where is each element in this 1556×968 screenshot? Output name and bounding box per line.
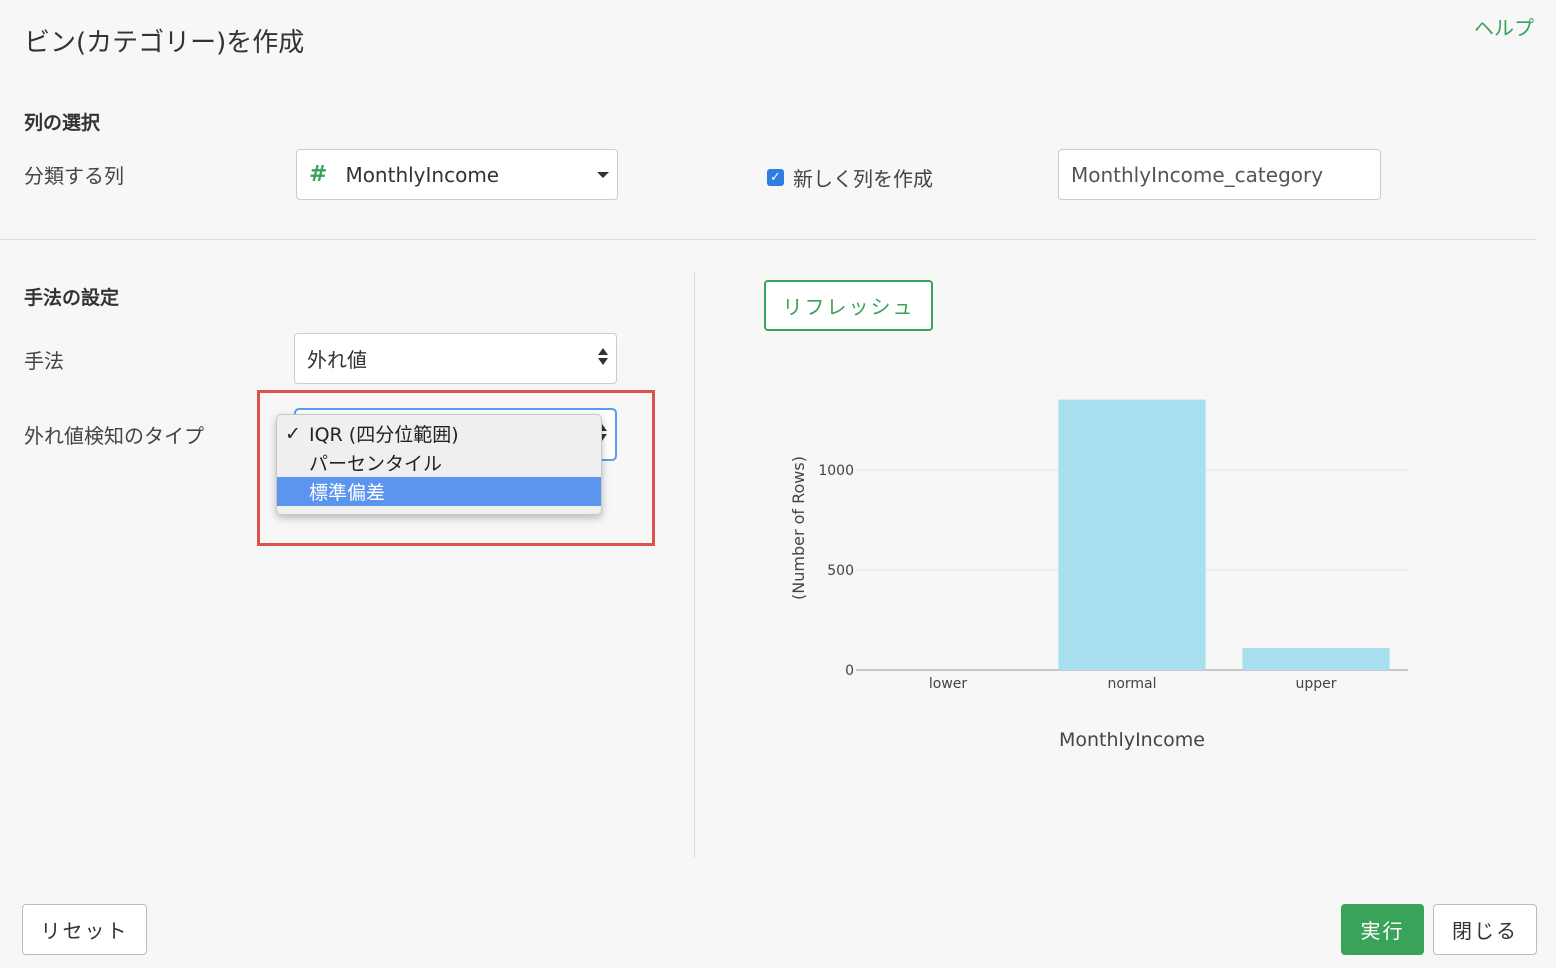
run-button[interactable]: 実行	[1341, 904, 1424, 955]
y-tick-label: 0	[845, 663, 854, 679]
select-updown-icon	[598, 348, 608, 370]
close-button[interactable]: 閉じる	[1433, 904, 1537, 955]
y-tick-label: 1000	[818, 463, 854, 479]
column-select[interactable]: # MonthlyIncome	[296, 149, 618, 200]
y-tick-label: 500	[827, 563, 854, 579]
bar-chart: 0 500 1000 lower normal upper (Number of Row…	[789, 399, 1408, 751]
bar-normal	[1058, 399, 1206, 670]
new-column-label: 新しく列を作成	[793, 167, 933, 191]
section-divider	[0, 239, 1536, 240]
x-tick-label: normal	[1107, 676, 1156, 692]
classify-column-label: 分類する列	[24, 164, 124, 188]
highlight-annotation	[257, 390, 655, 546]
dialog-title: ビン(カテゴリー)を作成	[24, 28, 305, 58]
x-tick-label: upper	[1295, 676, 1336, 692]
help-link[interactable]: ヘルプ	[1474, 12, 1534, 41]
x-axis-label: MonthlyIncome	[1059, 729, 1205, 751]
method-select[interactable]: 外れ値	[294, 333, 617, 384]
outlier-type-label: 外れ値検知のタイプ	[24, 424, 204, 448]
column-select-value: MonthlyIncome	[345, 162, 500, 187]
panel-divider	[694, 272, 695, 858]
x-tick-label: lower	[929, 676, 968, 692]
method-section-heading: 手法の設定	[24, 287, 120, 309]
new-column-name-input[interactable]: MonthlyIncome_category	[1058, 149, 1381, 200]
column-section-heading: 列の選択	[24, 112, 101, 134]
bar-upper	[1242, 648, 1390, 670]
chevron-down-icon	[597, 172, 609, 178]
new-column-option[interactable]: ✓ 新しく列を作成	[767, 163, 933, 192]
reset-button[interactable]: リセット	[22, 904, 147, 955]
numeric-column-icon: #	[309, 162, 328, 187]
refresh-button[interactable]: リフレッシュ	[764, 280, 933, 331]
y-axis-label: (Number of Rows)	[789, 456, 808, 600]
method-label: 手法	[24, 349, 64, 373]
new-column-checkbox[interactable]: ✓	[767, 169, 784, 186]
method-select-value: 外れ値	[307, 348, 367, 372]
